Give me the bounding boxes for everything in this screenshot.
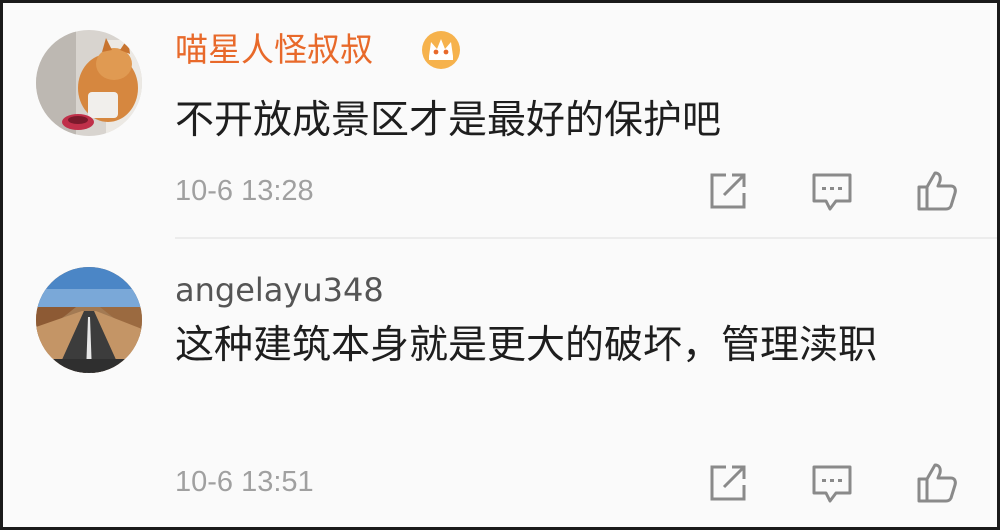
desert-road-avatar-icon — [36, 267, 142, 373]
like-icon[interactable] — [915, 169, 959, 213]
reply-icon[interactable] — [810, 461, 854, 505]
cat-avatar-icon — [36, 30, 142, 136]
timestamp: 10-6 13:51 — [175, 466, 314, 498]
like-icon[interactable] — [915, 461, 959, 505]
share-icon[interactable] — [706, 461, 750, 505]
comment-item: 喵星人怪叔叔 不开放成景区才是最好的保护吧 10-6 13:28 — [3, 3, 997, 238]
crown-icon — [422, 31, 460, 69]
comment-text: 这种建筑本身就是更大的破坏，管理渎职 — [175, 323, 878, 368]
comment-item: angelayu348 这种建筑本身就是更大的破坏，管理渎职 10-6 13:5… — [3, 240, 997, 530]
share-icon[interactable] — [706, 169, 750, 213]
comment-text: 不开放成景区才是最好的保护吧 — [175, 98, 722, 143]
avatar[interactable] — [36, 30, 142, 136]
reply-icon[interactable] — [810, 169, 854, 213]
divider — [175, 237, 997, 239]
avatar[interactable] — [36, 267, 142, 373]
username[interactable]: angelayu348 — [175, 270, 384, 310]
comment-list: 喵星人怪叔叔 不开放成景区才是最好的保护吧 10-6 13:28 angelay… — [0, 0, 1000, 530]
timestamp: 10-6 13:28 — [175, 175, 314, 207]
username[interactable]: 喵星人怪叔叔 — [175, 30, 373, 70]
